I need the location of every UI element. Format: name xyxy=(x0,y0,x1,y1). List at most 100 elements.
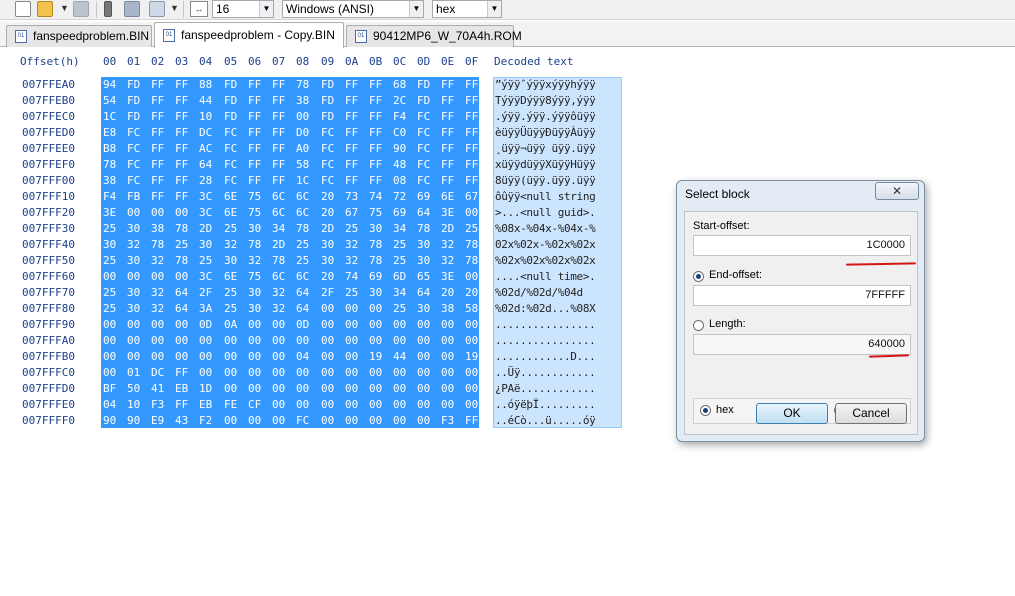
hex-byte[interactable]: 1D xyxy=(199,382,212,395)
hex-byte[interactable]: 6E xyxy=(441,190,454,203)
hex-byte[interactable]: 3E xyxy=(103,206,116,219)
hex-byte[interactable]: 25 xyxy=(345,222,358,235)
hex-byte[interactable]: 30 xyxy=(127,286,140,299)
hex-byte[interactable]: 75 xyxy=(248,206,261,219)
hex-byte[interactable]: FC xyxy=(417,142,430,155)
row-offset[interactable]: 007FFFB0 xyxy=(22,350,75,363)
hex-byte[interactable]: FF xyxy=(369,142,382,155)
row-offset[interactable]: 007FFF00 xyxy=(22,174,75,187)
column-width-icon[interactable]: ↔ xyxy=(190,1,208,17)
hex-byte[interactable]: FF xyxy=(465,78,478,91)
hex-byte[interactable]: 32 xyxy=(127,238,140,251)
hex-byte[interactable]: 69 xyxy=(393,206,406,219)
hex-byte[interactable]: 48 xyxy=(393,158,406,171)
hex-byte[interactable]: 32 xyxy=(248,254,261,267)
decoded-text-row[interactable]: ¿PAë............ xyxy=(495,382,621,395)
hex-byte[interactable]: FF xyxy=(465,174,478,187)
hex-byte[interactable]: FF xyxy=(175,174,188,187)
hex-byte[interactable]: FC xyxy=(224,174,237,187)
hex-byte[interactable]: 00 xyxy=(465,270,478,283)
hex-byte[interactable]: FC xyxy=(127,158,140,171)
hex-byte[interactable]: 78 xyxy=(175,222,188,235)
hex-byte[interactable]: 00 xyxy=(296,398,309,411)
chevron-down-icon[interactable]: ▼ xyxy=(259,1,273,17)
properties-icon[interactable] xyxy=(149,1,165,17)
hex-byte[interactable]: 64 xyxy=(296,302,309,315)
hex-byte[interactable]: 01 xyxy=(127,366,140,379)
hex-byte[interactable]: 00 xyxy=(103,334,116,347)
hex-byte[interactable]: 00 xyxy=(296,110,309,123)
hex-byte[interactable]: 00 xyxy=(272,414,285,427)
hex-byte[interactable]: 00 xyxy=(417,414,430,427)
hex-byte[interactable]: D0 xyxy=(296,126,309,139)
hex-byte[interactable]: 00 xyxy=(321,398,334,411)
hex-byte[interactable]: 00 xyxy=(393,398,406,411)
hex-byte[interactable]: 00 xyxy=(272,382,285,395)
hex-byte[interactable]: 00 xyxy=(151,318,164,331)
row-offset[interactable]: 007FFEF0 xyxy=(22,158,75,171)
hex-byte[interactable]: 6C xyxy=(272,270,285,283)
hex-byte[interactable]: 32 xyxy=(224,238,237,251)
hex-byte[interactable]: FD xyxy=(321,78,334,91)
decoded-text-row[interactable]: %02d:%02d...%08X xyxy=(495,302,621,315)
hex-byte[interactable]: FC xyxy=(296,414,309,427)
hex-byte[interactable]: 00 xyxy=(417,350,430,363)
hex-byte[interactable]: 34 xyxy=(272,222,285,235)
hex-byte[interactable]: 20 xyxy=(465,286,478,299)
hex-byte[interactable]: 41 xyxy=(151,382,164,395)
hex-byte[interactable]: 08 xyxy=(393,174,406,187)
hex-byte[interactable]: FD xyxy=(127,110,140,123)
hex-byte[interactable]: 67 xyxy=(345,206,358,219)
clipboard-icon[interactable] xyxy=(104,1,112,17)
hex-byte[interactable]: 90 xyxy=(393,142,406,155)
hex-byte[interactable]: 58 xyxy=(296,158,309,171)
row-offset[interactable]: 007FFF70 xyxy=(22,286,75,299)
hex-byte[interactable]: 3C xyxy=(199,190,212,203)
decoded-text-row[interactable]: ..Üÿ............ xyxy=(495,366,621,379)
hex-byte[interactable]: FF xyxy=(345,126,358,139)
decoded-text-row[interactable]: >...<null guid>. xyxy=(495,206,621,219)
hex-radio[interactable] xyxy=(700,405,711,416)
hex-byte[interactable]: 2D xyxy=(321,222,334,235)
length-input[interactable]: 640000 xyxy=(693,334,911,355)
end-offset-radio[interactable] xyxy=(693,271,704,282)
hex-byte[interactable]: 2C xyxy=(393,94,406,107)
hex-byte[interactable]: E9 xyxy=(151,414,164,427)
hex-byte[interactable]: 00 xyxy=(321,366,334,379)
hex-byte[interactable]: 00 xyxy=(417,318,430,331)
hex-byte[interactable]: 44 xyxy=(393,350,406,363)
row-offset[interactable]: 007FFED0 xyxy=(22,126,75,139)
hex-byte[interactable]: 30 xyxy=(321,254,334,267)
hex-byte[interactable]: 00 xyxy=(393,414,406,427)
decoded-text-row[interactable]: ¸üÿÿ¬üÿÿ üÿÿ.üÿÿ xyxy=(495,142,621,155)
hex-byte[interactable]: 00 xyxy=(369,414,382,427)
hex-byte[interactable]: 00 xyxy=(103,318,116,331)
hex-byte[interactable]: 00 xyxy=(345,302,358,315)
hex-byte[interactable]: 00 xyxy=(417,382,430,395)
hex-byte[interactable]: 25 xyxy=(296,254,309,267)
hex-byte[interactable]: FF xyxy=(248,110,261,123)
row-offset[interactable]: 007FFEA0 xyxy=(22,78,75,91)
hex-byte[interactable]: 44 xyxy=(199,94,212,107)
hex-byte[interactable]: FC xyxy=(321,174,334,187)
hex-byte[interactable]: 30 xyxy=(369,222,382,235)
hex-byte[interactable]: FF xyxy=(151,110,164,123)
hex-byte[interactable]: FF xyxy=(175,78,188,91)
hex-byte[interactable]: 00 xyxy=(417,366,430,379)
hex-byte[interactable]: FF xyxy=(441,174,454,187)
hex-byte[interactable]: 32 xyxy=(272,286,285,299)
chevron-down-icon[interactable]: ▼ xyxy=(487,1,501,17)
hex-byte[interactable]: 43 xyxy=(175,414,188,427)
close-button[interactable]: ✕ xyxy=(875,182,919,200)
hex-byte[interactable]: 30 xyxy=(369,286,382,299)
charset-select[interactable]: Windows (ANSI) ▼ xyxy=(282,0,424,18)
hex-byte[interactable]: 30 xyxy=(248,222,261,235)
hex-byte[interactable]: 78 xyxy=(369,254,382,267)
hex-byte[interactable]: 20 xyxy=(321,190,334,203)
hex-byte[interactable]: 00 xyxy=(321,350,334,363)
hex-byte[interactable]: 00 xyxy=(272,350,285,363)
hex-byte[interactable]: FF xyxy=(175,142,188,155)
hex-byte[interactable]: 00 xyxy=(393,382,406,395)
decoded-text-row[interactable]: èüÿÿÜüÿÿÐüÿÿÀüÿÿ xyxy=(495,126,621,139)
hex-byte[interactable]: 00 xyxy=(441,318,454,331)
